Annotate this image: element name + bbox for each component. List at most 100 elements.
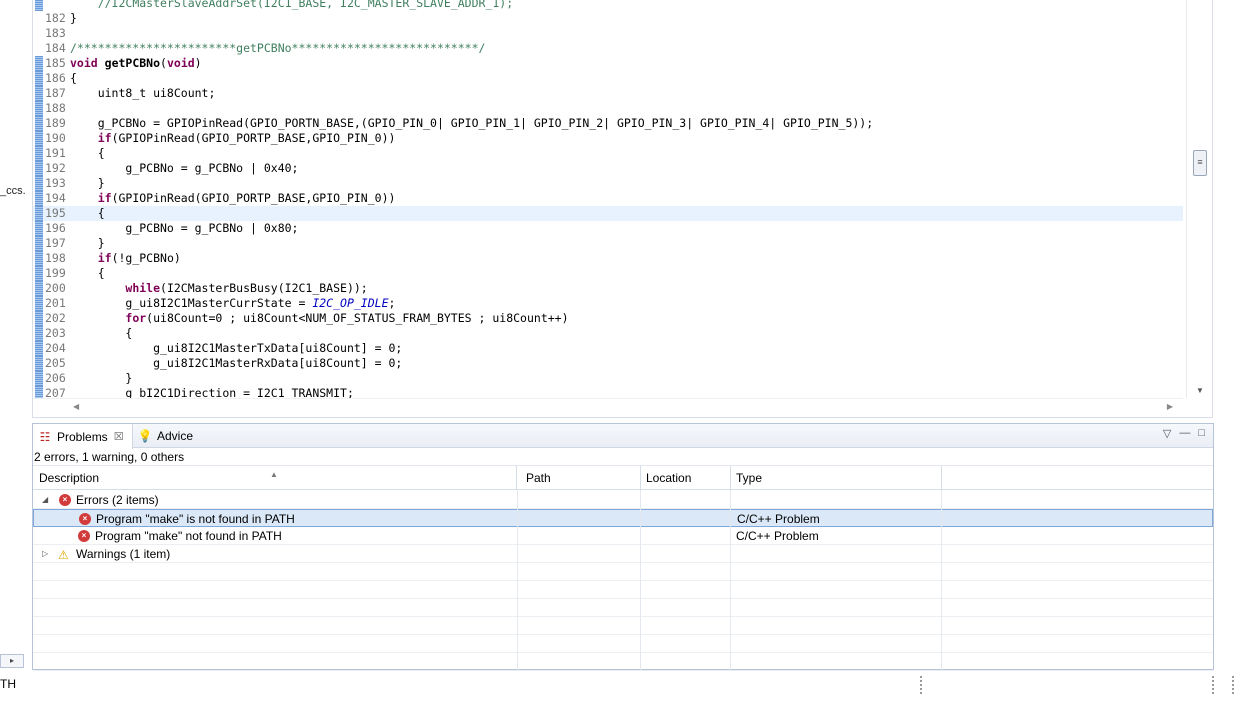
scrollbar-thumb[interactable]: ≡ bbox=[1193, 150, 1207, 176]
code-line[interactable]: 190 if(GPIOPinRead(GPIO_PORTP_BASE,GPIO_… bbox=[33, 131, 1183, 146]
code-line[interactable]: 198 if(!g_PCBNo) bbox=[33, 251, 1183, 266]
code-line[interactable]: 189 g_PCBNo = GPIOPinRead(GPIO_PORTN_BAS… bbox=[33, 116, 1183, 131]
code-area[interactable]: //I2CMasterSlaveAddrSet(I2C1_BASE, I2C_M… bbox=[33, 0, 1183, 398]
code-line[interactable]: 191 { bbox=[33, 146, 1183, 161]
code-editor[interactable]: //I2CMasterSlaveAddrSet(I2C1_BASE, I2C_M… bbox=[32, 0, 1213, 418]
change-marker bbox=[35, 326, 43, 341]
code-line[interactable]: 207 g_bI2C1Direction = I2C1_TRANSMIT; bbox=[33, 386, 1183, 398]
empty-row[interactable] bbox=[33, 617, 1213, 635]
code-line[interactable]: 194 if(GPIOPinRead(GPIO_PORTP_BASE,GPIO_… bbox=[33, 191, 1183, 206]
code-line[interactable]: 188 bbox=[33, 101, 1183, 116]
column-divider bbox=[730, 490, 731, 671]
code-line[interactable]: 203 { bbox=[33, 326, 1183, 341]
code-text[interactable]: { bbox=[70, 266, 105, 281]
code-text[interactable]: g_PCBNo = g_PCBNo | 0x80; bbox=[70, 221, 298, 236]
line-number: 192 bbox=[45, 161, 66, 175]
problems-icon: ☷ bbox=[39, 429, 51, 444]
code-line[interactable]: 195 { bbox=[33, 206, 1183, 221]
code-text[interactable]: //I2CMasterSlaveAddrSet(I2C1_BASE, I2C_M… bbox=[70, 0, 513, 11]
scroll-left-arrow-icon[interactable]: ◀ bbox=[73, 402, 79, 411]
collapse-icon[interactable]: ◢ bbox=[42, 491, 48, 509]
code-line[interactable]: 206 } bbox=[33, 371, 1183, 386]
empty-row[interactable] bbox=[33, 563, 1213, 581]
close-icon[interactable]: ☒ bbox=[114, 430, 124, 443]
editor-horizontal-scrollbar[interactable]: ◀ ▶ bbox=[33, 398, 1183, 416]
change-marker bbox=[35, 221, 43, 236]
empty-row[interactable] bbox=[33, 599, 1213, 617]
change-marker bbox=[35, 311, 43, 326]
code-text[interactable]: { bbox=[70, 146, 105, 161]
code-text[interactable]: } bbox=[70, 176, 105, 191]
code-line[interactable]: 200 while(I2CMasterBusBusy(I2C1_BASE)); bbox=[33, 281, 1183, 296]
change-marker bbox=[35, 0, 43, 11]
line-number: 207 bbox=[45, 386, 66, 398]
code-text[interactable]: g_ui8I2C1MasterTxData[ui8Count] = 0; bbox=[70, 341, 402, 356]
empty-row[interactable] bbox=[33, 653, 1213, 671]
line-number: 182 bbox=[45, 11, 66, 25]
change-marker bbox=[35, 236, 43, 251]
scroll-right-arrow-icon[interactable]: ▶ bbox=[1167, 402, 1173, 411]
maximize-icon[interactable]: □ bbox=[1198, 427, 1205, 440]
tab-advice[interactable]: 💡 Advice bbox=[133, 424, 201, 448]
code-text[interactable]: { bbox=[70, 206, 105, 221]
code-line[interactable]: 197 } bbox=[33, 236, 1183, 251]
code-text[interactable]: if(GPIOPinRead(GPIO_PORTP_BASE,GPIO_PIN_… bbox=[70, 191, 396, 206]
column-header-path[interactable]: Path bbox=[520, 466, 641, 490]
code-text[interactable]: g_PCBNo = GPIOPinRead(GPIO_PORTN_BASE,(G… bbox=[70, 116, 873, 131]
code-text[interactable]: g_bI2C1Direction = I2C1_TRANSMIT; bbox=[70, 386, 354, 398]
problem-row[interactable]: × Program "make" is not found in PATH C/C+… bbox=[33, 509, 1213, 527]
code-text[interactable]: g_ui8I2C1MasterCurrState = I2C_OP_IDLE; bbox=[70, 296, 395, 311]
code-text[interactable]: { bbox=[70, 71, 77, 86]
code-line[interactable]: 185 void getPCBNo(void) bbox=[33, 56, 1183, 71]
errors-group-row[interactable]: ◢ × Errors (2 items) bbox=[33, 491, 1213, 509]
change-marker bbox=[35, 251, 43, 266]
code-text[interactable]: } bbox=[70, 236, 105, 251]
code-text[interactable]: g_ui8I2C1MasterRxData[ui8Count] = 0; bbox=[70, 356, 402, 371]
code-line[interactable]: 182} bbox=[33, 11, 1183, 26]
column-header-description[interactable]: Description ▲ bbox=[33, 466, 517, 490]
empty-row[interactable] bbox=[33, 635, 1213, 653]
expand-icon[interactable]: ▷ bbox=[42, 545, 48, 563]
code-text[interactable]: { bbox=[70, 326, 132, 341]
code-text[interactable]: while(I2CMasterBusBusy(I2C1_BASE)); bbox=[70, 281, 367, 296]
code-line[interactable]: 186 { bbox=[33, 71, 1183, 86]
code-line[interactable]: 199 { bbox=[33, 266, 1183, 281]
code-line[interactable]: 205 g_ui8I2C1MasterRxData[ui8Count] = 0; bbox=[33, 356, 1183, 371]
code-line[interactable]: 183 bbox=[33, 26, 1183, 41]
editor-vertical-scrollbar[interactable]: ≡ ▼ bbox=[1186, 0, 1212, 398]
code-text[interactable]: uint8_t ui8Count; bbox=[70, 86, 216, 101]
code-text[interactable]: } bbox=[70, 371, 132, 386]
column-header-location[interactable]: Location bbox=[640, 466, 731, 490]
column-divider bbox=[517, 490, 518, 671]
code-line[interactable]: 196 g_PCBNo = g_PCBNo | 0x80; bbox=[33, 221, 1183, 236]
scroll-down-arrow-icon[interactable]: ▼ bbox=[1196, 386, 1204, 395]
minimize-icon[interactable]: — bbox=[1179, 427, 1190, 440]
code-text[interactable]: g_PCBNo = g_PCBNo | 0x40; bbox=[70, 161, 298, 176]
left-panel-scroll-right-button[interactable]: ▸ bbox=[0, 654, 24, 668]
code-text[interactable]: for(ui8Count=0 ; ui8Count<NUM_OF_STATUS_… bbox=[70, 311, 568, 326]
code-line[interactable]: 184 /***********************getPCBNo*****… bbox=[33, 41, 1183, 56]
status-bar: TH bbox=[0, 674, 1244, 698]
code-text[interactable]: } bbox=[70, 11, 77, 26]
code-line[interactable]: //I2CMasterSlaveAddrSet(I2C1_BASE, I2C_M… bbox=[33, 0, 1183, 11]
group-label: Errors (2 items) bbox=[76, 493, 159, 507]
code-line[interactable]: 202 for(ui8Count=0 ; ui8Count<NUM_OF_STA… bbox=[33, 311, 1183, 326]
change-marker bbox=[35, 161, 43, 176]
code-line[interactable]: 193 } bbox=[33, 176, 1183, 191]
code-line[interactable]: 201 g_ui8I2C1MasterCurrState = I2C_OP_ID… bbox=[33, 296, 1183, 311]
column-header-type[interactable]: Type bbox=[730, 466, 942, 490]
code-line[interactable]: 187 uint8_t ui8Count; bbox=[33, 86, 1183, 101]
change-marker bbox=[35, 341, 43, 356]
code-text[interactable]: /***********************getPCBNo********… bbox=[70, 41, 485, 56]
empty-row[interactable] bbox=[33, 581, 1213, 599]
code-text[interactable]: if(!g_PCBNo) bbox=[70, 251, 181, 266]
tab-problems[interactable]: ☷ Problems ☒ bbox=[33, 424, 133, 449]
code-text[interactable]: if(GPIOPinRead(GPIO_PORTP_BASE,GPIO_PIN_… bbox=[70, 131, 396, 146]
view-menu-icon[interactable]: ▽ bbox=[1163, 427, 1171, 440]
code-line[interactable]: 192 g_PCBNo = g_PCBNo | 0x40; bbox=[33, 161, 1183, 176]
code-text[interactable]: void getPCBNo(void) bbox=[70, 56, 202, 71]
code-line[interactable]: 204 g_ui8I2C1MasterTxData[ui8Count] = 0; bbox=[33, 341, 1183, 356]
problem-type: C/C++ Problem bbox=[736, 529, 819, 543]
problem-row[interactable]: × Program "make" not found in PATH C/C++ P… bbox=[33, 527, 1213, 545]
warnings-group-row[interactable]: ▷ ⚠ Warnings (1 item) bbox=[33, 545, 1213, 563]
